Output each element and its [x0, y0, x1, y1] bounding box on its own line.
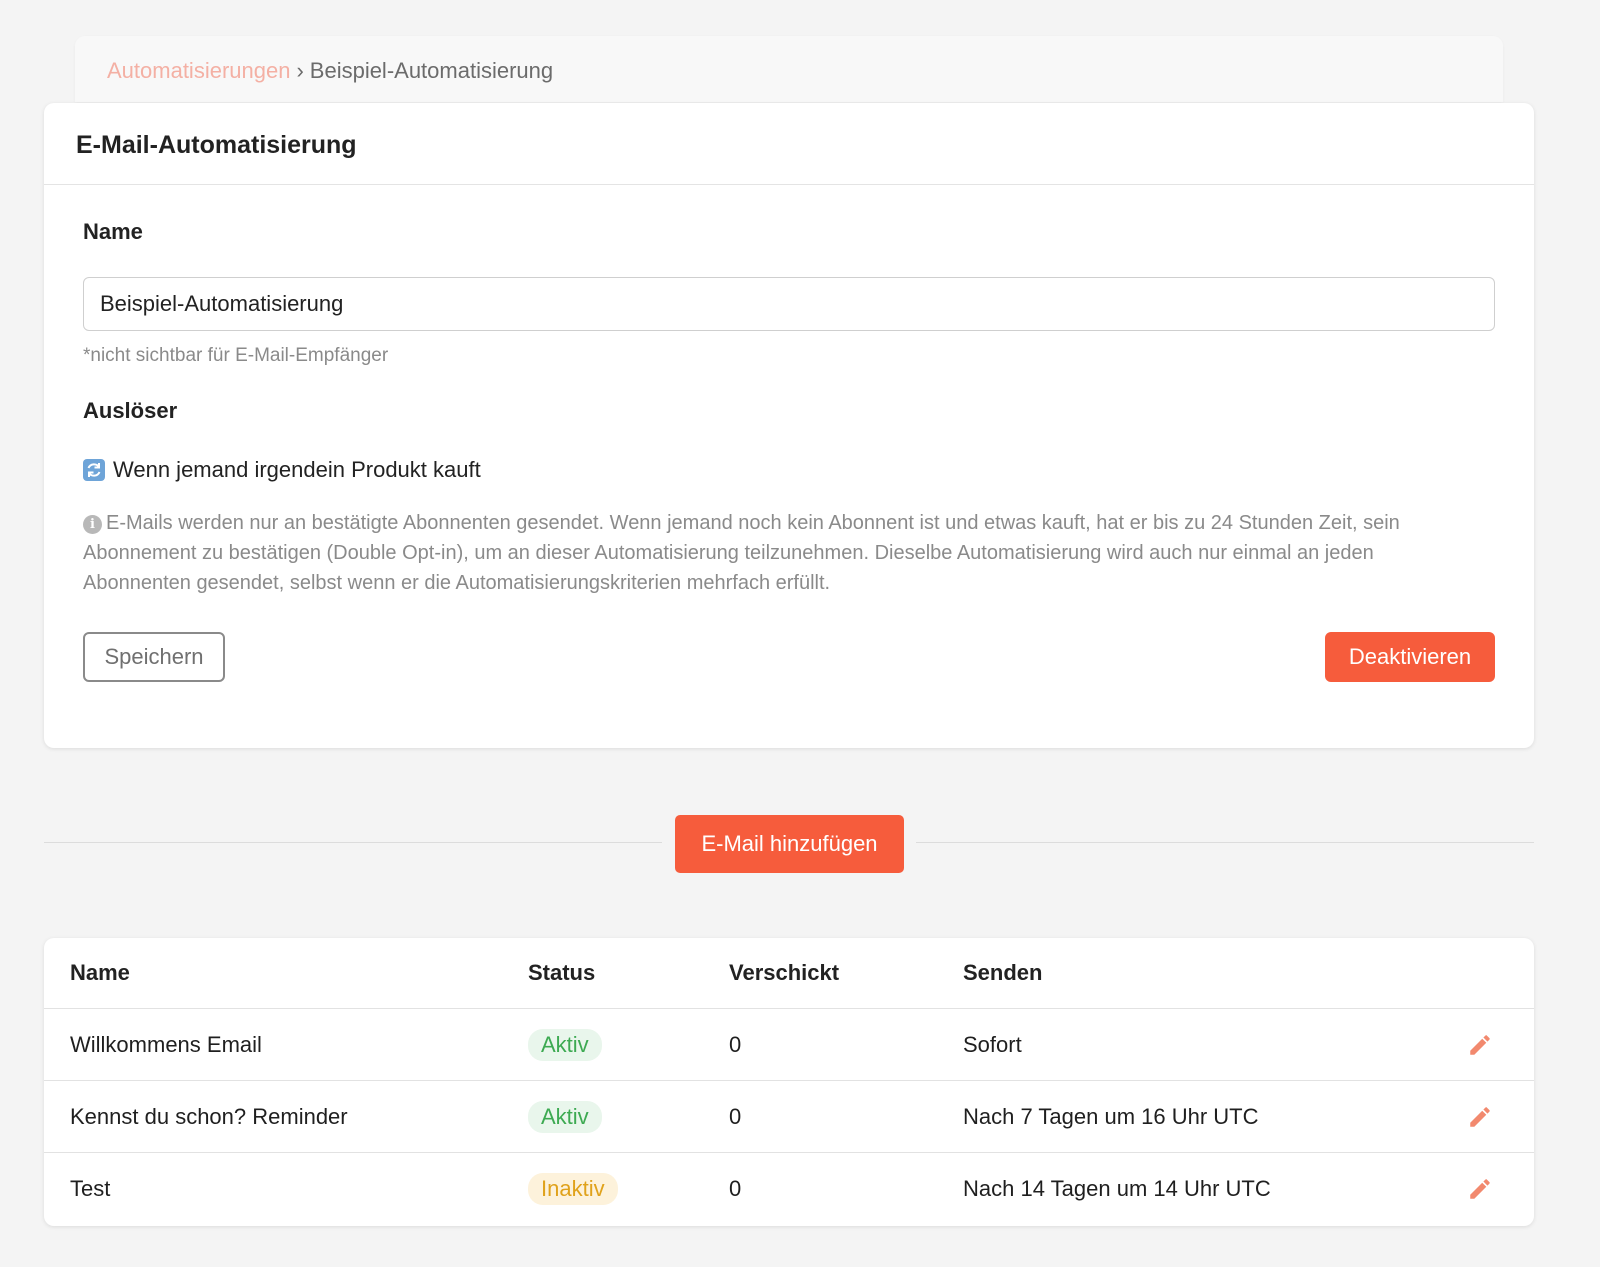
table-row[interactable]: Test Inaktiv 0 Nach 14 Tagen um 14 Uhr U… — [44, 1153, 1534, 1225]
divider-right — [916, 842, 1534, 843]
name-input[interactable] — [83, 277, 1495, 331]
status-badge: Aktiv — [528, 1028, 602, 1061]
name-label: Name — [83, 219, 143, 244]
send-schedule: Sofort — [963, 1031, 1022, 1057]
breadcrumb: Automatisierungen › Beispiel-Automatisieru… — [75, 36, 1503, 102]
trigger-row: Wenn jemand irgendein Produkt kauft — [83, 457, 481, 483]
column-header-send: Senden — [963, 960, 1043, 985]
breadcrumb-separator: › — [296, 58, 304, 83]
save-button[interactable]: Speichern — [83, 632, 225, 682]
card-body: Name *nicht sichtbar für E-Mail-Empfänge… — [44, 185, 1534, 748]
sent-count: 0 — [729, 1176, 742, 1201]
edit-icon[interactable] — [1467, 1104, 1493, 1130]
info-icon: i — [83, 515, 102, 534]
trigger-text: Wenn jemand irgendein Produkt kauft — [113, 457, 481, 482]
email-name: Willkommens Email — [70, 1031, 262, 1057]
status-cell: Aktiv — [528, 1081, 602, 1152]
sent-count: 0 — [729, 1031, 742, 1057]
info-text: i E-Mails werden nur an bestätigte Abonne… — [83, 508, 1483, 598]
status-badge: Inaktiv — [528, 1173, 618, 1205]
action-cell — [1467, 1081, 1493, 1152]
column-header-sent: Verschickt — [729, 960, 840, 985]
action-cell — [1467, 1009, 1493, 1080]
status-cell: Aktiv — [528, 1009, 602, 1080]
column-header-status: Status — [528, 960, 596, 985]
edit-icon[interactable] — [1467, 1176, 1493, 1202]
name-hint: *nicht sichtbar für E-Mail-Empfänger — [83, 345, 389, 366]
table-row[interactable]: Willkommens Email Aktiv 0 Sofort — [44, 1009, 1534, 1081]
deactivate-button[interactable]: Deaktivieren — [1325, 632, 1495, 682]
info-message: E-Mails werden nur an bestätigte Abonnen… — [83, 512, 1400, 594]
breadcrumb-current: Beispiel-Automatisierung — [309, 58, 554, 83]
action-cell — [1467, 1153, 1493, 1225]
breadcrumb-link-automations[interactable]: Automatisierungen — [107, 58, 290, 83]
status-badge: Aktiv — [528, 1100, 602, 1133]
divider-left — [44, 842, 662, 843]
card-title: E-Mail-Automatisierung — [44, 103, 1534, 185]
send-schedule: Nach 7 Tagen um 16 Uhr UTC — [963, 1103, 1259, 1129]
status-cell: Inaktiv — [528, 1153, 618, 1225]
email-table: Name Status Verschickt Senden Willkommen… — [44, 938, 1534, 1226]
sent-count: 0 — [729, 1103, 742, 1129]
send-schedule: Nach 14 Tagen um 14 Uhr UTC — [963, 1176, 1271, 1201]
add-email-button[interactable]: E-Mail hinzufügen — [675, 815, 904, 873]
automation-card: E-Mail-Automatisierung Name *nicht sicht… — [44, 103, 1534, 748]
table-header-row: Name Status Verschickt Senden — [44, 938, 1534, 1009]
trigger-label: Auslöser — [83, 398, 178, 423]
email-name: Kennst du schon? Reminder — [70, 1103, 348, 1129]
edit-icon[interactable] — [1467, 1032, 1493, 1058]
column-header-name: Name — [70, 960, 130, 985]
email-name: Test — [70, 1176, 111, 1201]
refresh-icon — [83, 459, 105, 481]
table-row[interactable]: Kennst du schon? Reminder Aktiv 0 Nach 7… — [44, 1081, 1534, 1153]
